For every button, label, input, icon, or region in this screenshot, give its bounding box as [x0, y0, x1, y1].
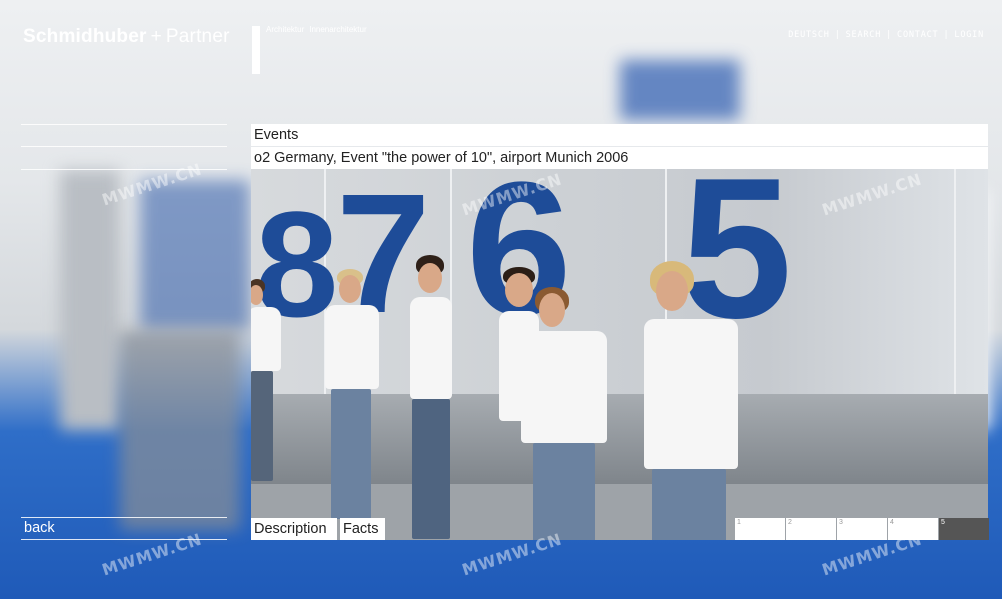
- menu-divider: [21, 124, 227, 125]
- page-link-3[interactable]: 3: [837, 518, 887, 540]
- page-link-5[interactable]: 5: [939, 518, 989, 540]
- tagline-item: Architektur: [266, 25, 305, 34]
- brand-plus: +: [150, 26, 162, 47]
- page-link-1[interactable]: 1: [735, 518, 785, 540]
- brand-name: Schmidhuber: [23, 26, 147, 47]
- nav-search-link[interactable]: SEARCH: [846, 30, 882, 40]
- bottom-bar: Description Facts 1 2 3 4 5: [251, 518, 989, 540]
- nav-deutsch-link[interactable]: DEUTSCH: [788, 30, 829, 40]
- brand-logo[interactable]: Schmidhuber + Partner: [23, 26, 230, 48]
- tab-facts[interactable]: Facts: [340, 518, 385, 540]
- tagline: Architektur Innenarchitektur: [266, 25, 372, 34]
- tab-description[interactable]: Description: [251, 518, 337, 540]
- nav-separator: |: [886, 30, 893, 40]
- project-photo: 8 7 6 5: [251, 169, 988, 540]
- header-divider: [252, 26, 260, 74]
- menu-divider: [21, 146, 227, 147]
- top-nav: DEUTSCH | SEARCH | CONTACT | LOGIN: [788, 30, 984, 40]
- page-link-2[interactable]: 2: [786, 518, 836, 540]
- nav-separator: |: [834, 30, 841, 40]
- section-title: Events: [251, 124, 988, 146]
- brand-partner: Partner: [165, 26, 230, 47]
- nav-contact-link[interactable]: CONTACT: [897, 30, 938, 40]
- nav-login-link[interactable]: LOGIN: [954, 30, 984, 40]
- tagline-item: Innenarchitektur: [309, 25, 367, 34]
- nav-separator: |: [943, 30, 950, 40]
- project-title: o2 Germany, Event "the power of 10", air…: [251, 147, 988, 169]
